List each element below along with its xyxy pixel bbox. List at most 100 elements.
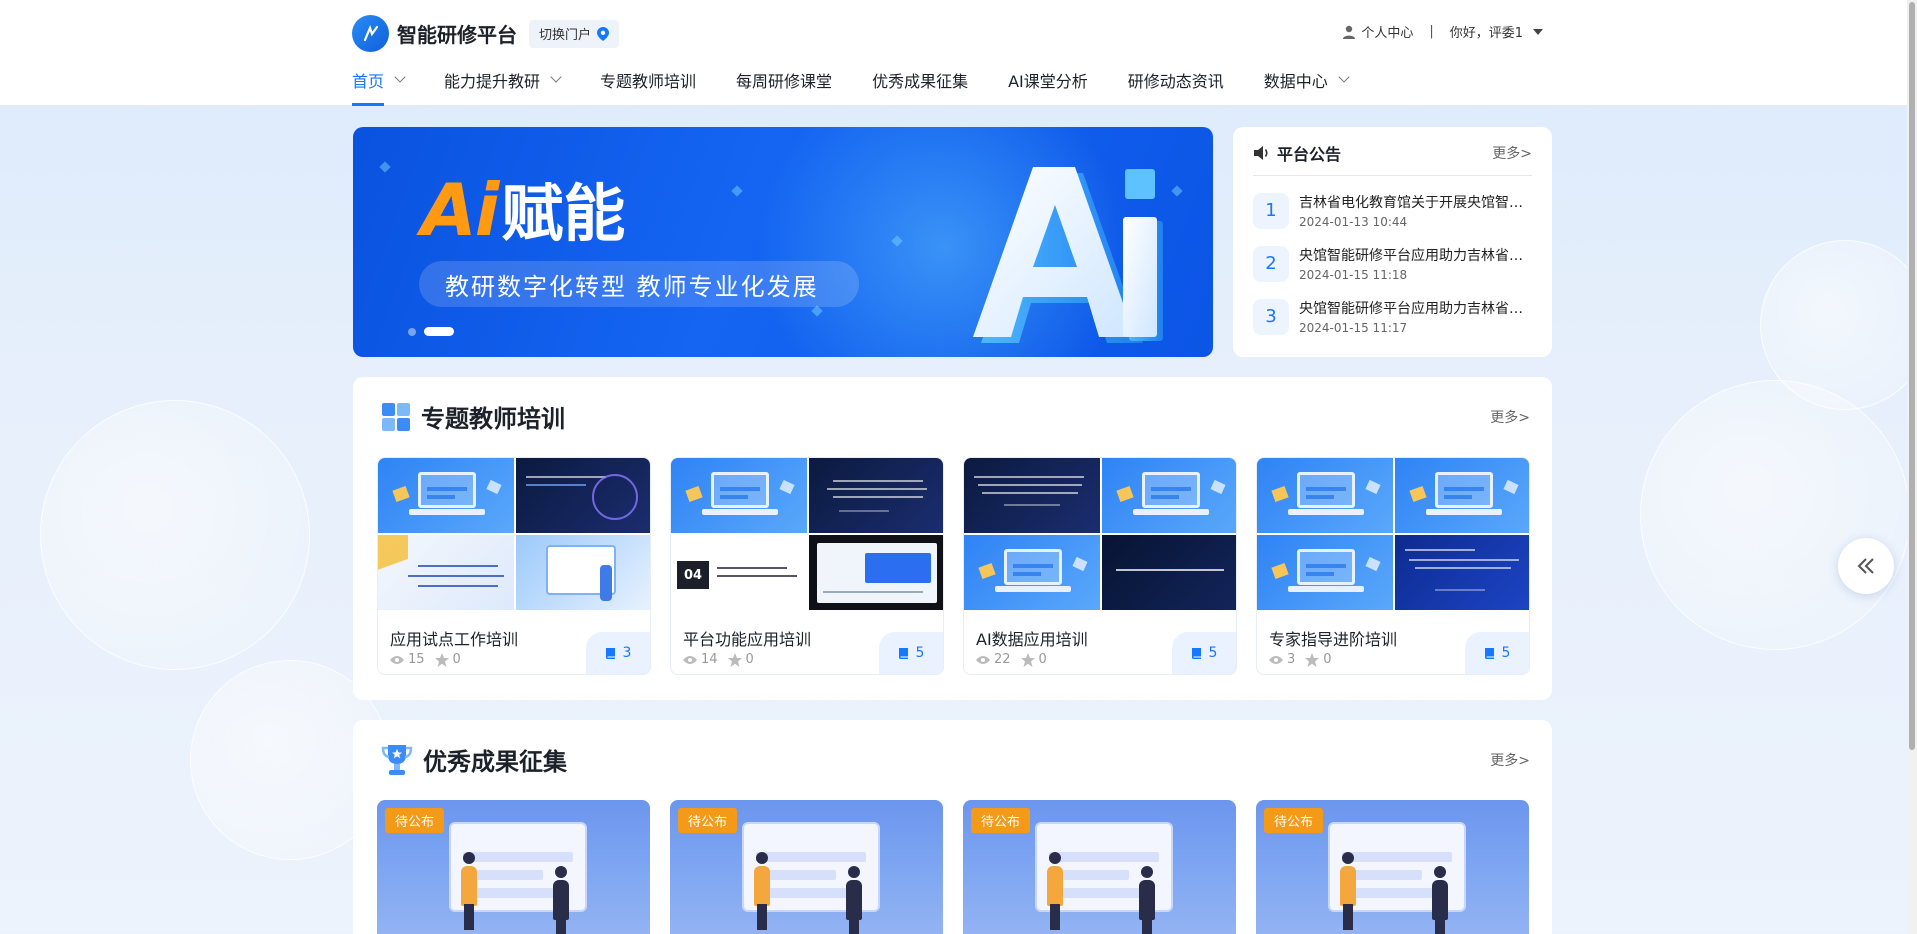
carousel-dots — [408, 327, 462, 336]
eye-icon — [1269, 655, 1283, 664]
status-badge: 待公布 — [678, 808, 738, 833]
nav-item-training[interactable]: 专题教师培训 — [600, 62, 696, 106]
training-card[interactable]: 应用试点工作培训 15 0 3 — [377, 457, 651, 675]
speaker-icon — [1254, 146, 1268, 160]
course-count: 5 — [1501, 645, 1511, 661]
thumbnail — [1102, 458, 1236, 533]
grid-icon — [382, 402, 410, 431]
collapse-sidebar-button[interactable] — [1838, 538, 1894, 594]
nav-item-weekly[interactable]: 每周研修课堂 — [736, 62, 832, 106]
notice-item[interactable]: 2 央馆智能研修平台应用助力吉林省教师专业发展 2024-01-15 11:18 — [1253, 245, 1532, 282]
thumbnail — [671, 458, 807, 533]
view-count: 15 — [408, 652, 425, 667]
location-pin-icon — [597, 26, 610, 41]
nav-item-capability[interactable]: 能力提升教研 — [444, 62, 562, 106]
training-card[interactable]: AI数据应用培训 22 0 5 — [963, 457, 1237, 675]
card-thumbnails — [964, 458, 1236, 610]
thumbnail — [1395, 458, 1529, 533]
achievements-section-header: 优秀成果征集 — [381, 742, 583, 783]
notice-number: 1 — [1253, 192, 1289, 229]
thumbnail — [1102, 535, 1236, 610]
star-icon — [727, 652, 742, 667]
star-count: 0 — [745, 652, 754, 667]
achievements-section: 优秀成果征集 更多> 待公布 待公布 待公布 待公布 — [353, 720, 1552, 934]
notice-item-title: 吉林省电化教育馆关于开展央馆智能研修平台应用工作的通知 — [1299, 195, 1531, 211]
carousel-dot-active[interactable] — [424, 327, 454, 336]
status-badge: 待公布 — [385, 808, 445, 833]
notice-header: 平台公告 更多> — [1253, 141, 1532, 176]
notice-item-title: 央馆智能研修平台应用助力吉林省教师专业发展 — [1299, 248, 1531, 264]
notice-more-link[interactable]: 更多> — [1492, 143, 1532, 163]
star-count: 0 — [452, 652, 461, 667]
course-count-badge: 3 — [586, 632, 650, 674]
illustration-person — [846, 866, 862, 934]
star-icon — [434, 652, 449, 667]
chevron-down-icon — [394, 71, 406, 83]
ai-text: Ai — [421, 168, 499, 252]
brand[interactable]: 智能研修平台 切换门户 — [352, 15, 620, 52]
course-count: 5 — [915, 645, 925, 661]
nav-item-home[interactable]: 首页 — [352, 62, 406, 106]
notice-item-date: 2024-01-15 11:18 — [1299, 268, 1408, 282]
nav-item-data-center[interactable]: 数据中心 — [1263, 62, 1350, 106]
notice-item-date: 2024-01-15 11:17 — [1299, 321, 1408, 335]
achievement-card[interactable]: 待公布 — [670, 800, 943, 934]
thumbnail — [378, 458, 514, 533]
caret-down-icon[interactable] — [1533, 28, 1543, 35]
nav-item-news[interactable]: 研修动态资讯 — [1128, 62, 1224, 106]
notice-title-text: 平台公告 — [1277, 145, 1342, 164]
achievements-more-link[interactable]: 更多> — [1490, 750, 1530, 770]
nav-label: 数据中心 — [1263, 72, 1328, 91]
notice-item[interactable]: 3 央馆智能研修平台应用助力吉林省教育数字化转型 2024-01-15 11:17 — [1253, 298, 1532, 335]
star-count: 0 — [1038, 652, 1047, 667]
carousel-dot[interactable] — [408, 327, 416, 336]
eye-icon — [976, 655, 990, 664]
training-more-link[interactable]: 更多> — [1490, 407, 1530, 427]
card-stats: 3 0 — [1269, 652, 1342, 667]
chevron-down-icon — [1338, 71, 1350, 83]
platform-notice-panel: 平台公告 更多> 1 吉林省电化教育馆关于开展央馆智能研修平台应用工作的通知 20… — [1233, 127, 1552, 357]
nav-label: 能力提升教研 — [444, 72, 541, 91]
nav-item-ai-analysis[interactable]: AI课堂分析 — [1008, 62, 1088, 106]
book-icon — [1484, 647, 1494, 659]
big-ai-graphic — [973, 167, 1163, 343]
course-count: 3 — [622, 645, 632, 661]
thumbnail — [809, 535, 943, 610]
decor-diamond — [379, 161, 391, 173]
personal-center-link[interactable]: 个人中心 — [1361, 22, 1413, 41]
thumbnail — [378, 535, 514, 610]
card-thumbnails — [1257, 458, 1529, 610]
eye-icon — [683, 655, 697, 664]
thumbnail — [964, 535, 1100, 610]
main-nav: 首页 能力提升教研 专题教师培训 每周研修课堂 优秀成果征集 AI课堂分析 研修… — [352, 62, 1388, 106]
training-card[interactable]: 专家指导进阶培训 3 0 5 — [1256, 457, 1530, 675]
notice-item[interactable]: 1 吉林省电化教育馆关于开展央馆智能研修平台应用工作的通知 2024-01-13 … — [1253, 192, 1532, 229]
illustration-person — [1047, 852, 1063, 930]
thumbnail — [1395, 535, 1529, 610]
course-count-badge: 5 — [879, 632, 943, 674]
banner-ai-headline: Ai赋能 — [421, 163, 625, 253]
scrollbar-thumb[interactable] — [1909, 2, 1915, 750]
illustration-person — [1340, 852, 1356, 930]
course-count: 5 — [1208, 645, 1218, 661]
training-card[interactable]: 04 平台功能应用培训 14 0 5 — [670, 457, 944, 675]
user-greeting-dropdown[interactable]: 你好，评委1 — [1450, 22, 1523, 41]
training-section: 专题教师培训 更多> 应用试点工作培训 15 0 3 04 平台功能应用培训 1… — [353, 377, 1552, 700]
star-count: 0 — [1323, 652, 1332, 667]
page-scrollbar[interactable] — [1907, 0, 1917, 934]
user-icon — [1343, 25, 1356, 39]
switch-portal-label: 切换门户 — [539, 28, 592, 43]
card-thumbnails — [378, 458, 650, 610]
chevron-down-icon — [550, 71, 562, 83]
achievement-card[interactable]: 待公布 — [963, 800, 1236, 934]
nav-label: 专题教师培训 — [600, 72, 697, 91]
nav-item-achievements[interactable]: 优秀成果征集 — [872, 62, 968, 106]
achievement-card[interactable]: 待公布 — [377, 800, 650, 934]
hero-banner[interactable]: Ai赋能 教研数字化转型 教师专业化发展 — [353, 127, 1213, 357]
status-badge: 待公布 — [1264, 808, 1324, 833]
background-circle — [1640, 380, 1910, 650]
switch-portal-button[interactable]: 切换门户 — [529, 19, 620, 48]
nav-label: 每周研修课堂 — [736, 72, 833, 91]
card-title: 专家指导进阶培训 — [1269, 630, 1398, 649]
achievement-card[interactable]: 待公布 — [1256, 800, 1529, 934]
